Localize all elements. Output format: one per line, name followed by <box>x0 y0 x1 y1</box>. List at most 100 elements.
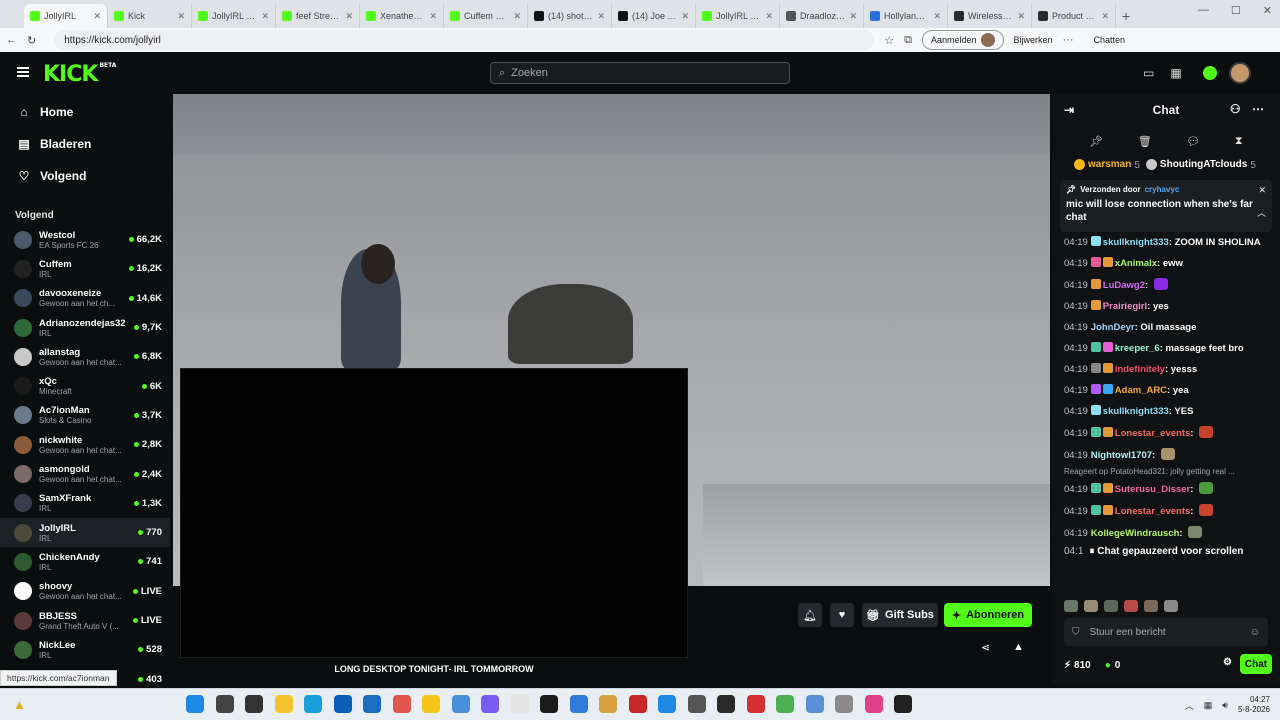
signin-button[interactable]: Aanmelden <box>921 30 1004 50</box>
kick-wallet-icon[interactable] <box>1203 66 1217 80</box>
chat-paused-banner[interactable]: 04:1 ⏸︎ Chat gepauzeerd voor scrollen <box>1052 546 1280 557</box>
taskbar-app-icon[interactable] <box>451 695 470 713</box>
edit-link[interactable]: Bijwerken <box>1014 35 1053 45</box>
tab-close-icon[interactable]: ✕ <box>177 11 185 22</box>
weather-icon[interactable]: ▲ <box>13 697 26 712</box>
browser-tab[interactable]: JollyIRL - Wa ✕ <box>192 4 276 28</box>
channel-item[interactable]: xQc Minecraft 6K <box>0 371 170 400</box>
leaderboard-entry[interactable]: ShoutingATclouds 5 <box>1145 159 1256 171</box>
tab-close-icon[interactable]: ✕ <box>1101 11 1109 22</box>
emote-icon[interactable] <box>1104 600 1118 612</box>
user-avatar[interactable] <box>1229 62 1251 84</box>
tab-close-icon[interactable]: ✕ <box>513 11 521 22</box>
channel-item[interactable]: Ac7ionMan Slots & Casino 3,7K <box>0 401 170 430</box>
taskbar-app-icon[interactable] <box>392 695 411 713</box>
chat-users-icon[interactable]: ⚇ ⋯ <box>1230 102 1268 116</box>
pin-icon[interactable]: 📌︎ <box>1089 135 1103 148</box>
channel-item[interactable]: asmongold Gewoon aan het chat... 2,4K <box>0 459 170 488</box>
taskbar-app-icon[interactable] <box>805 695 824 713</box>
taskbar-app-icon[interactable] <box>687 695 706 713</box>
message-username[interactable]: LuDawg2 <box>1103 280 1145 291</box>
taskbar-app-icon[interactable] <box>186 695 204 713</box>
report-icon[interactable]: ▲ <box>1013 641 1024 653</box>
taskbar-app-icon[interactable] <box>422 695 440 713</box>
taskbar-app-icon[interactable] <box>363 695 381 713</box>
chat-message[interactable]: 04:19 skullknight333: YES <box>1052 405 1280 418</box>
leaderboard-entry[interactable]: warsman 5 <box>1074 159 1140 171</box>
chat-message[interactable]: 04:19 Lonestar_events: <box>1052 426 1280 440</box>
chevron-up-icon[interactable]: ︿ <box>1185 699 1194 712</box>
taskbar-app-icon[interactable] <box>304 695 322 713</box>
browser-tab[interactable]: Wireless Mic ✕ <box>948 4 1032 28</box>
url-field[interactable]: https://kick.com/jollyirl <box>54 30 875 50</box>
channel-item[interactable]: Adrianozendejas32 IRL 9,7K <box>0 313 170 342</box>
kick-logo[interactable]: KICK BETA <box>43 62 116 87</box>
clock[interactable]: 04:27 5-8-2026 <box>1238 695 1270 715</box>
chat-message[interactable]: 04:19 kreeper_6: massage feet bro <box>1052 342 1280 355</box>
message-username[interactable]: indefinitely <box>1115 364 1165 375</box>
chat-message[interactable]: 04:19 skullknight333: ZOOM IN SHOLINA <box>1052 236 1280 249</box>
tab-close-icon[interactable]: ✕ <box>429 11 437 22</box>
nav-following[interactable]: ♡ Volgend <box>0 160 170 192</box>
speech-bubble-icon[interactable]: 💬︎ <box>1186 135 1200 148</box>
search-input[interactable]: ⌕ Zoeken <box>490 62 790 84</box>
emoji-icon[interactable]: ☺ <box>1250 627 1260 638</box>
browser-tab[interactable]: Kick ✕ <box>108 4 192 28</box>
taskbar-app-icon[interactable] <box>540 695 558 713</box>
reload-icon[interactable]: ↻ <box>27 34 36 47</box>
chat-message[interactable]: 04:19 Prairiegirl: yes <box>1052 300 1280 313</box>
channel-points[interactable]: 810 <box>1074 660 1091 671</box>
new-tab-button[interactable]: + <box>1116 4 1136 28</box>
tab-close-icon[interactable]: ✕ <box>261 11 269 22</box>
emote-icon[interactable] <box>1164 600 1178 612</box>
extensions-icon[interactable]: ⧉ <box>904 34 912 47</box>
browser-tab[interactable]: Draadloze m ✕ <box>780 4 864 28</box>
tab-close-icon[interactable]: ✕ <box>93 11 101 22</box>
message-username[interactable]: kreeper_6 <box>1115 343 1160 354</box>
taskbar-app-icon[interactable] <box>894 695 912 713</box>
nav-home[interactable]: ⌂ Home <box>0 96 170 128</box>
hourglass-icon[interactable]: ⧗ <box>1235 135 1243 148</box>
emote-icon[interactable] <box>1144 600 1158 612</box>
message-username[interactable]: KollegeWindrausch <box>1091 528 1180 539</box>
taskbar-app-icon[interactable] <box>569 695 588 713</box>
taskbar-app-icon[interactable] <box>864 695 883 713</box>
message-username[interactable]: Prairiegirl <box>1103 301 1147 312</box>
minimize-icon[interactable]: — <box>1198 4 1209 17</box>
taskbar-app-icon[interactable] <box>510 695 529 713</box>
follow-button[interactable]: ♥ <box>830 603 854 627</box>
close-icon[interactable]: ✕ <box>1263 4 1272 17</box>
message-username[interactable]: Adam_ARC <box>1115 385 1167 396</box>
message-username[interactable]: Lonestar_events <box>1115 506 1191 517</box>
favorite-icon[interactable]: ☆ <box>884 34 894 47</box>
maximize-icon[interactable]: ☐ <box>1231 4 1241 17</box>
taskbar-app-icon[interactable] <box>776 695 794 713</box>
taskbar-app-icon[interactable] <box>245 695 263 713</box>
emote-icon[interactable] <box>1124 600 1138 612</box>
tab-close-icon[interactable]: ✕ <box>345 11 353 22</box>
message-username[interactable]: Lonestar_events <box>1115 428 1191 439</box>
tab-close-icon[interactable]: ✕ <box>597 11 605 22</box>
clips-icon[interactable]: ▭ <box>1143 66 1154 80</box>
subscribe-button[interactable]: ✦ Abonneren <box>944 603 1032 627</box>
back-icon[interactable]: ← <box>6 34 17 46</box>
tab-close-icon[interactable]: ✕ <box>765 11 773 22</box>
taskbar-app-icon[interactable] <box>658 695 676 713</box>
trash-icon[interactable]: 🗑︎ <box>1138 135 1152 148</box>
message-username[interactable]: JohnDeyr <box>1091 322 1135 333</box>
tab-close-icon[interactable]: ✕ <box>849 11 857 22</box>
chat-message[interactable]: 04:19 indefinitely: yesss <box>1052 363 1280 376</box>
taskbar-app-icon[interactable] <box>628 695 647 713</box>
channel-item[interactable]: ChickenAndy IRL 741 <box>0 547 170 576</box>
more-icon[interactable]: ··· <box>1063 34 1074 46</box>
message-username[interactable]: xAnimalx <box>1115 258 1157 269</box>
tab-close-icon[interactable]: ✕ <box>681 11 689 22</box>
browser-tab[interactable]: (14) Joe The✕ <box>612 4 696 28</box>
browser-tab[interactable]: JollyIRL - Wa ✕ <box>696 4 780 28</box>
chat-message[interactable]: 04:19 Suterusu_Disser: <box>1052 482 1280 496</box>
tab-close-icon[interactable]: ✕ <box>933 11 941 22</box>
chat-message[interactable]: 04:19 Nightowl1707: <box>1052 448 1280 462</box>
settings-gear-icon[interactable]: ⚙ <box>1223 657 1232 668</box>
emote-icon[interactable] <box>1064 600 1078 612</box>
taskbar-app-icon[interactable] <box>599 695 617 713</box>
